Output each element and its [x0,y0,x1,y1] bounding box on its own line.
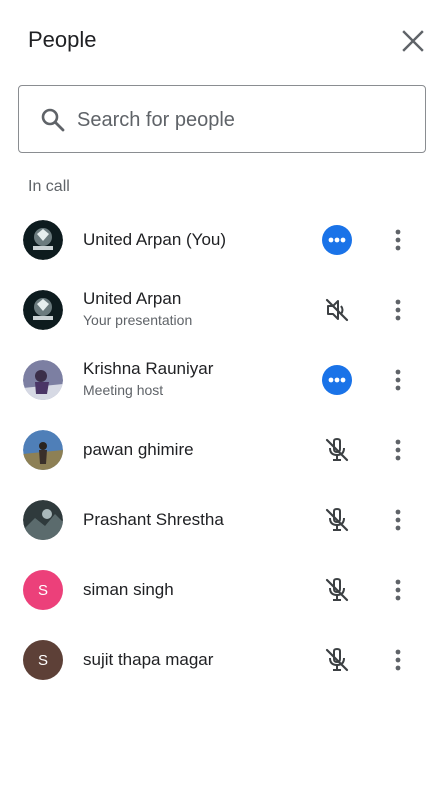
participant-row[interactable]: Prashant Shrestha [0,485,447,555]
mic-off-icon [325,577,349,602]
participant-subtitle: Your presentation [83,312,193,328]
speaking-indicator-icon [322,365,352,395]
participant-row[interactable]: Ssujit thapa magar [0,625,447,695]
avatar [23,430,63,470]
participant-row[interactable]: pawan ghimire [0,415,447,485]
avatar [23,290,63,330]
participant-name: siman singh [83,580,174,599]
avatar: S [23,570,63,610]
close-button[interactable] [396,24,430,58]
avatar [23,220,63,260]
more-vert-icon [395,439,401,461]
avatar-initial: S [37,651,48,669]
more-options-button[interactable] [384,435,412,465]
panel-header: People [0,0,447,80]
search-input[interactable] [77,100,407,140]
participant-subtitle: Meeting host [83,382,164,398]
in-call-section-label: In call [28,178,70,195]
participant-name: United Arpan (You) [83,230,227,249]
mute-status [322,295,352,325]
avatar [23,360,63,400]
participant-row[interactable]: United Arpan (You) [0,205,447,275]
more-options-button[interactable] [384,505,412,535]
mute-status [322,645,352,675]
more-options-button[interactable] [384,225,412,255]
participant-name: Krishna Rauniyar [83,359,214,378]
participant-name: Prashant Shrestha [83,510,224,529]
search-icon [41,108,65,132]
volume-off-icon [325,298,349,322]
more-vert-icon [395,229,401,251]
more-options-button[interactable] [384,575,412,605]
mute-status [322,435,352,465]
more-options-button[interactable] [384,645,412,675]
mute-status [322,505,352,535]
participant-name: United Arpan [83,289,182,308]
participant-row[interactable]: United Arpan Your presentation [0,275,447,345]
mic-off-icon [325,647,349,672]
more-vert-icon [395,579,401,601]
avatar [23,500,63,540]
avatar-initial: S [37,581,48,599]
more-vert-icon [395,509,401,531]
participant-row[interactable]: Ssiman singh [0,555,447,625]
mic-off-icon [325,437,349,462]
mute-status [322,575,352,605]
mic-off-icon [325,507,349,532]
more-options-button[interactable] [384,365,412,395]
close-icon [402,30,424,52]
panel-title: People [28,27,97,52]
avatar: S [23,640,63,680]
speaking-indicator-icon [322,225,352,255]
search-box[interactable] [18,85,426,153]
participant-name: pawan ghimire [83,440,194,459]
people-panel: People In call United Arpan (You) United … [0,0,447,812]
more-vert-icon [395,649,401,671]
speaking-indicator [322,225,352,255]
participant-row[interactable]: Krishna Rauniyar Meeting host [0,345,447,415]
more-vert-icon [395,299,401,321]
speaking-indicator [322,365,352,395]
more-vert-icon [395,369,401,391]
more-options-button[interactable] [384,295,412,325]
participant-name: sujit thapa magar [83,650,214,669]
